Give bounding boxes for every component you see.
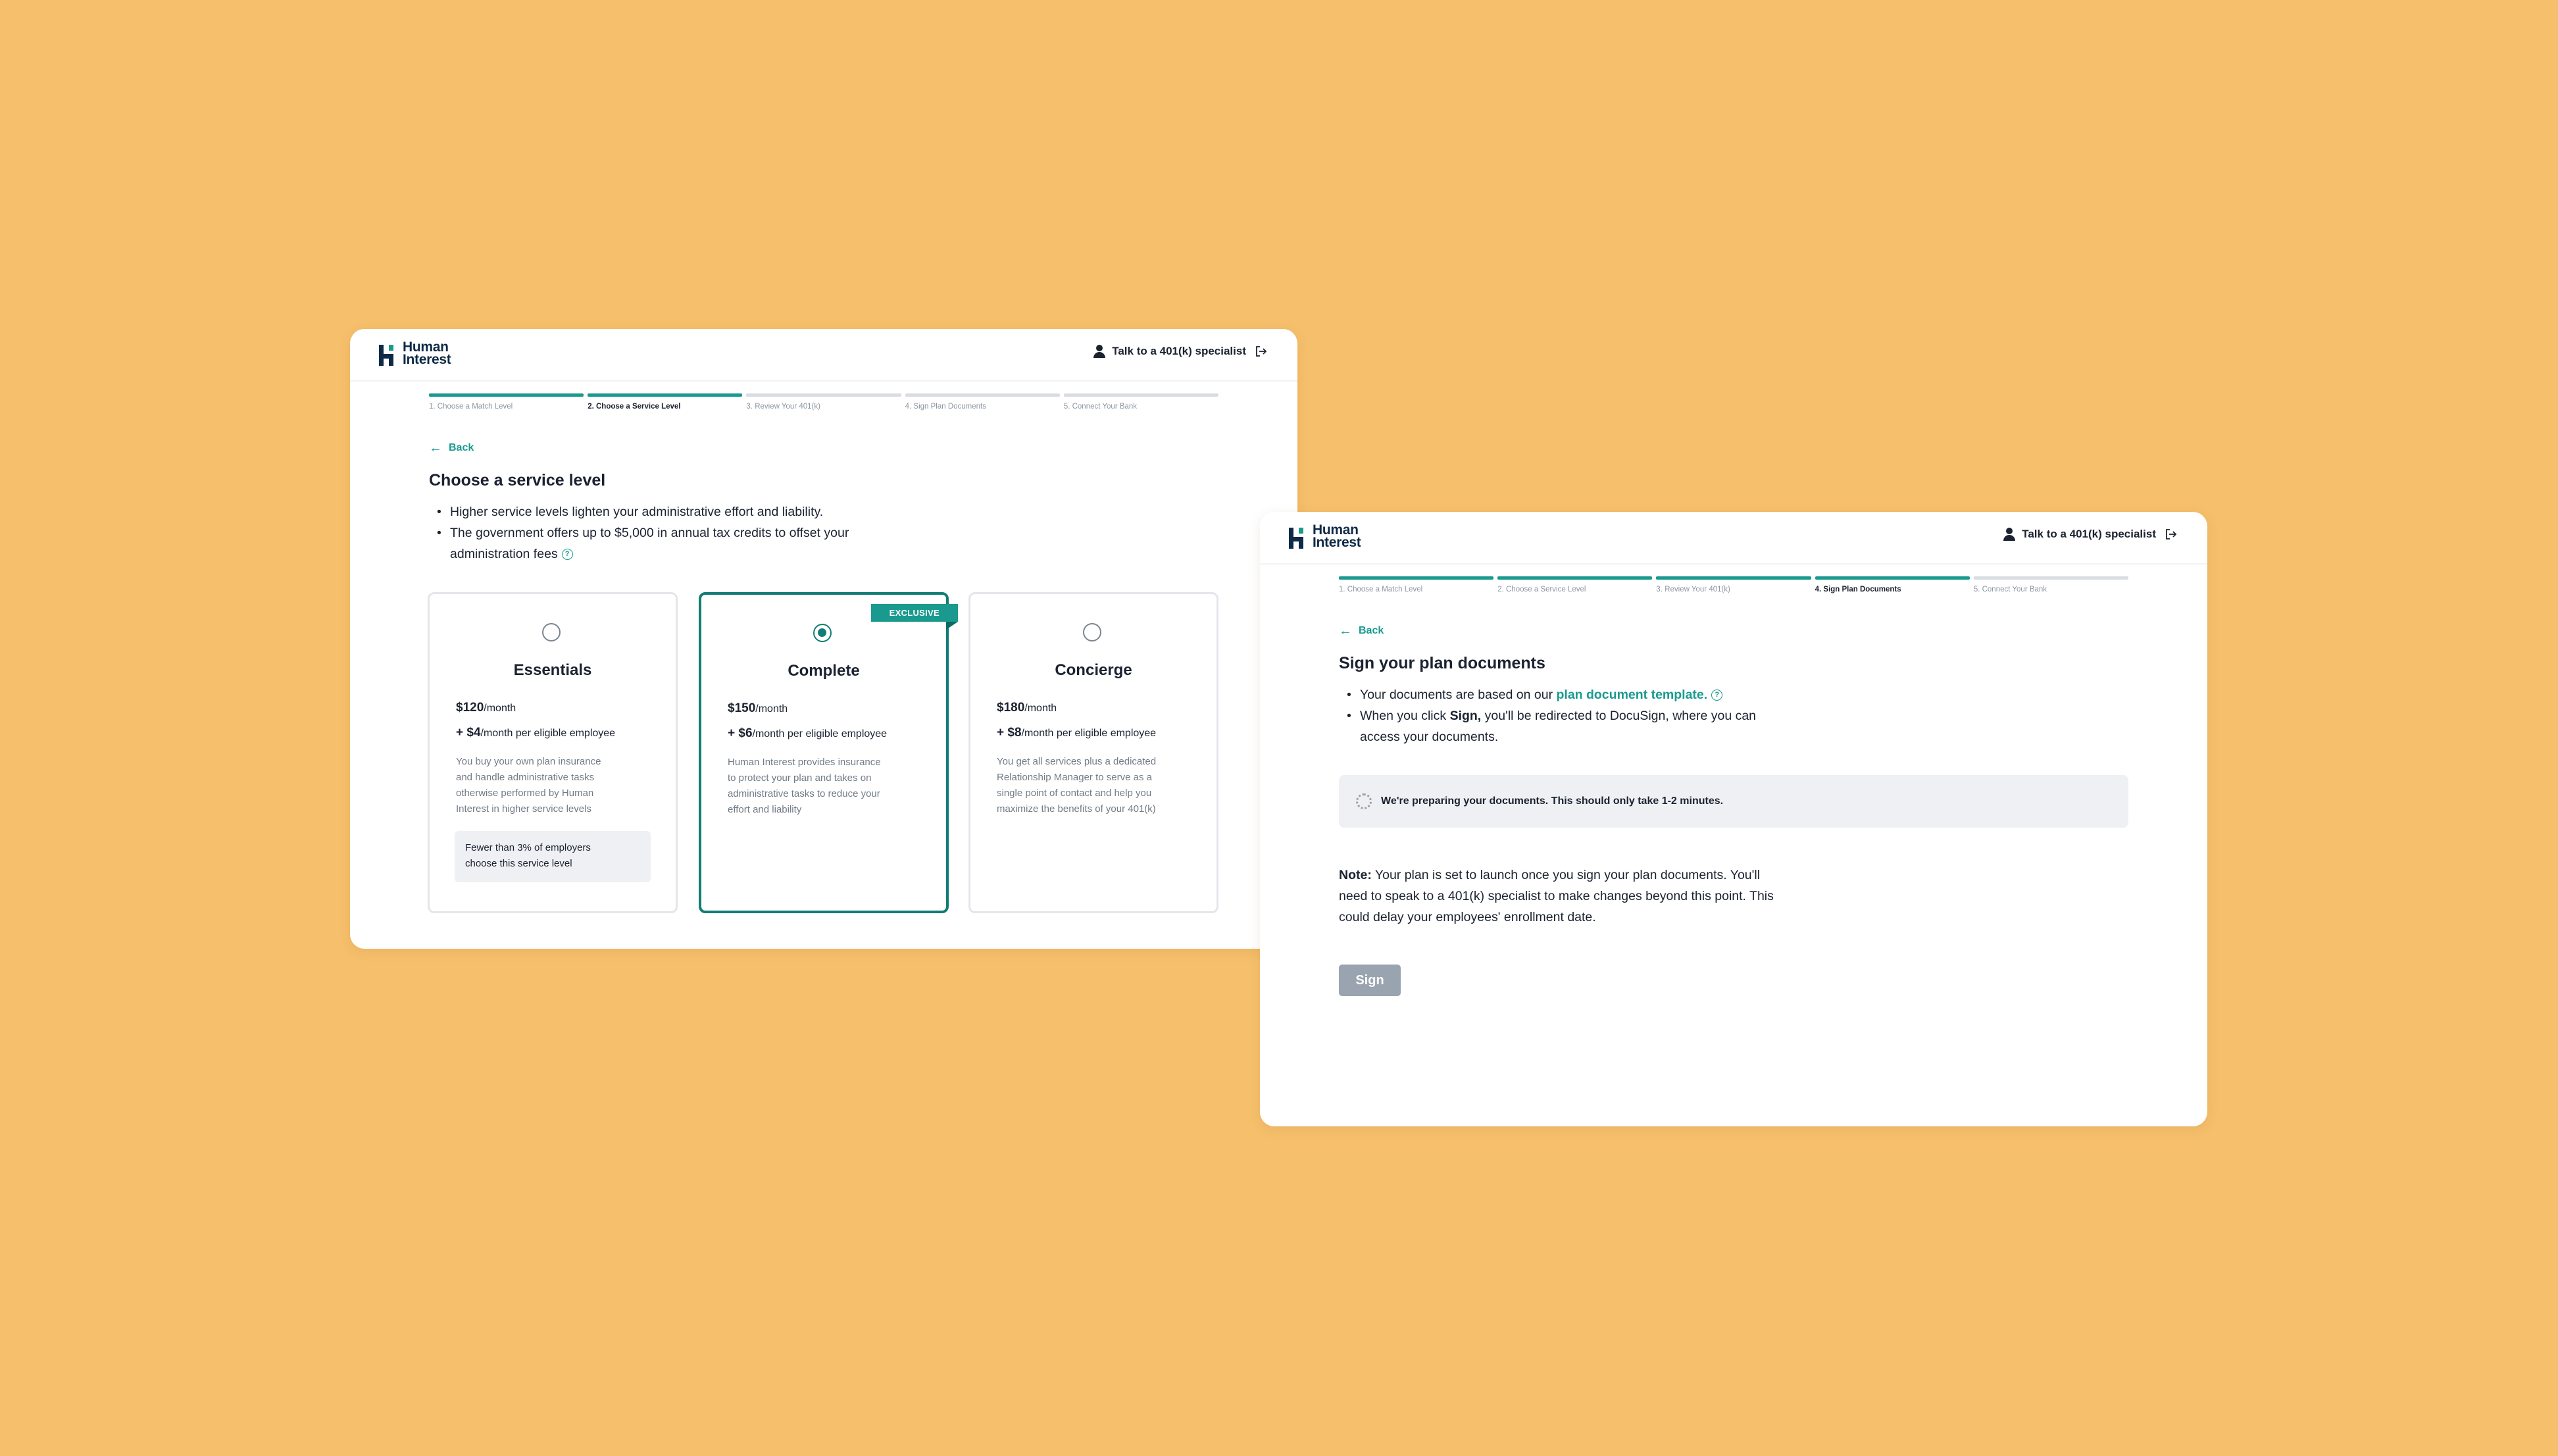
radio-essentials[interactable] [542, 623, 561, 641]
plan-description: You get all services plus a dedicated Re… [997, 756, 1157, 815]
plan-card-concierge[interactable]: Concierge $180/month + $8/month per elig… [968, 592, 1218, 913]
plan-note: Fewer than 3% of employers choose this s… [455, 831, 651, 882]
bullet-item: When you click Sign, you'll be redirecte… [1347, 705, 1756, 747]
bullet-item: The government offers up to $5,000 in an… [437, 522, 849, 565]
sign-button[interactable]: Sign [1339, 965, 1401, 996]
back-link[interactable]: ← Back [1339, 624, 1384, 638]
info-bullets: Your documents are based on our plan doc… [1347, 684, 1756, 747]
person-icon [2003, 528, 2016, 541]
logout-icon[interactable] [1255, 345, 1267, 357]
step-5[interactable]: 5. Connect Your Bank [1973, 576, 2129, 593]
radio-concierge[interactable] [1083, 623, 1101, 641]
help-icon[interactable]: ? [561, 549, 573, 561]
logo-mark-icon [1289, 524, 1306, 549]
plan-name: Complete [788, 662, 860, 680]
step-2[interactable]: 2. Choose a Service Level [1497, 576, 1653, 593]
page-title: Choose a service level [429, 471, 606, 490]
step-4[interactable]: 4. Sign Plan Documents [1815, 576, 1970, 593]
logout-icon[interactable] [2165, 528, 2177, 540]
info-bullets: Higher service levels lighten your admin… [437, 501, 849, 565]
exclusive-badge: EXCLUSIVE [870, 604, 959, 630]
logo-mark-icon [379, 341, 396, 366]
talk-to-specialist-link[interactable]: Talk to a 401(k) specialist [1093, 345, 1267, 358]
plan-card-complete[interactable]: EXCLUSIVE Complete $150/month + $6/month… [699, 592, 959, 913]
per-employee-price: + $6/month per eligible employee [728, 726, 888, 740]
step-3[interactable]: 3. Review Your 401(k) [746, 393, 901, 411]
step-1[interactable]: 1. Choose a Match Level [1339, 576, 1494, 593]
plan-description: Human Interest provides insurance to pro… [728, 757, 881, 815]
human-interest-logo[interactable]: Human Interest [379, 339, 451, 367]
plan-card-essentials[interactable]: Essentials $120/month + $4/month per eli… [428, 592, 678, 913]
step-3[interactable]: 3. Review Your 401(k) [1656, 576, 1811, 593]
radio-complete[interactable] [813, 624, 832, 642]
plan-price: $120/month [456, 701, 516, 715]
step-2[interactable]: 2. Choose a Service Level [588, 393, 743, 411]
plan-name: Concierge [1055, 661, 1132, 679]
progress-steps: 1. Choose a Match Level 2. Choose a Serv… [429, 393, 1219, 411]
arrow-left-icon: ← [1339, 624, 1352, 638]
talk-to-specialist-link[interactable]: Talk to a 401(k) specialist [2003, 528, 2177, 541]
top-bar: Human Interest Talk to a 401(k) speciali… [350, 329, 1297, 382]
page-title: Sign your plan documents [1339, 654, 1545, 672]
loading-text: We're preparing your documents. This sho… [1381, 795, 1724, 807]
plan-description: You buy your own plan insurance and hand… [456, 756, 601, 815]
service-level-window: Human Interest Talk to a 401(k) speciali… [350, 329, 1297, 949]
person-icon [1093, 345, 1106, 358]
loading-spinner-icon [1356, 793, 1372, 809]
bullet-item: Higher service levels lighten your admin… [437, 501, 849, 522]
plan-price: $150/month [728, 701, 788, 715]
top-bar: Human Interest Talk to a 401(k) speciali… [1260, 512, 2207, 565]
talk-label: Talk to a 401(k) specialist [1112, 345, 1246, 357]
step-5[interactable]: 5. Connect Your Bank [1063, 393, 1219, 411]
preparing-documents-banner: We're preparing your documents. This sho… [1339, 775, 2128, 828]
step-1[interactable]: 1. Choose a Match Level [429, 393, 584, 411]
per-employee-price: + $4/month per eligible employee [456, 726, 616, 740]
logo-text: Human Interest [403, 339, 451, 367]
logo-text: Human Interest [1313, 522, 1361, 550]
human-interest-logo[interactable]: Human Interest [1289, 522, 1361, 550]
step-4[interactable]: 4. Sign Plan Documents [905, 393, 1060, 411]
plan-document-template-link[interactable]: plan document template. [1556, 688, 1707, 702]
plan-price: $180/month [997, 701, 1057, 715]
help-icon[interactable]: ? [1711, 690, 1723, 701]
talk-label: Talk to a 401(k) specialist [2022, 528, 2156, 540]
back-link[interactable]: ← Back [429, 441, 474, 455]
bullet-item: Your documents are based on our plan doc… [1347, 684, 1756, 705]
sign-documents-window: Human Interest Talk to a 401(k) speciali… [1260, 512, 2207, 1126]
launch-note: Note: Your plan is set to launch once yo… [1339, 868, 1774, 924]
per-employee-price: + $8/month per eligible employee [997, 726, 1157, 740]
progress-steps: 1. Choose a Match Level 2. Choose a Serv… [1339, 576, 2129, 593]
plan-name: Essentials [513, 661, 592, 679]
arrow-left-icon: ← [429, 441, 442, 455]
